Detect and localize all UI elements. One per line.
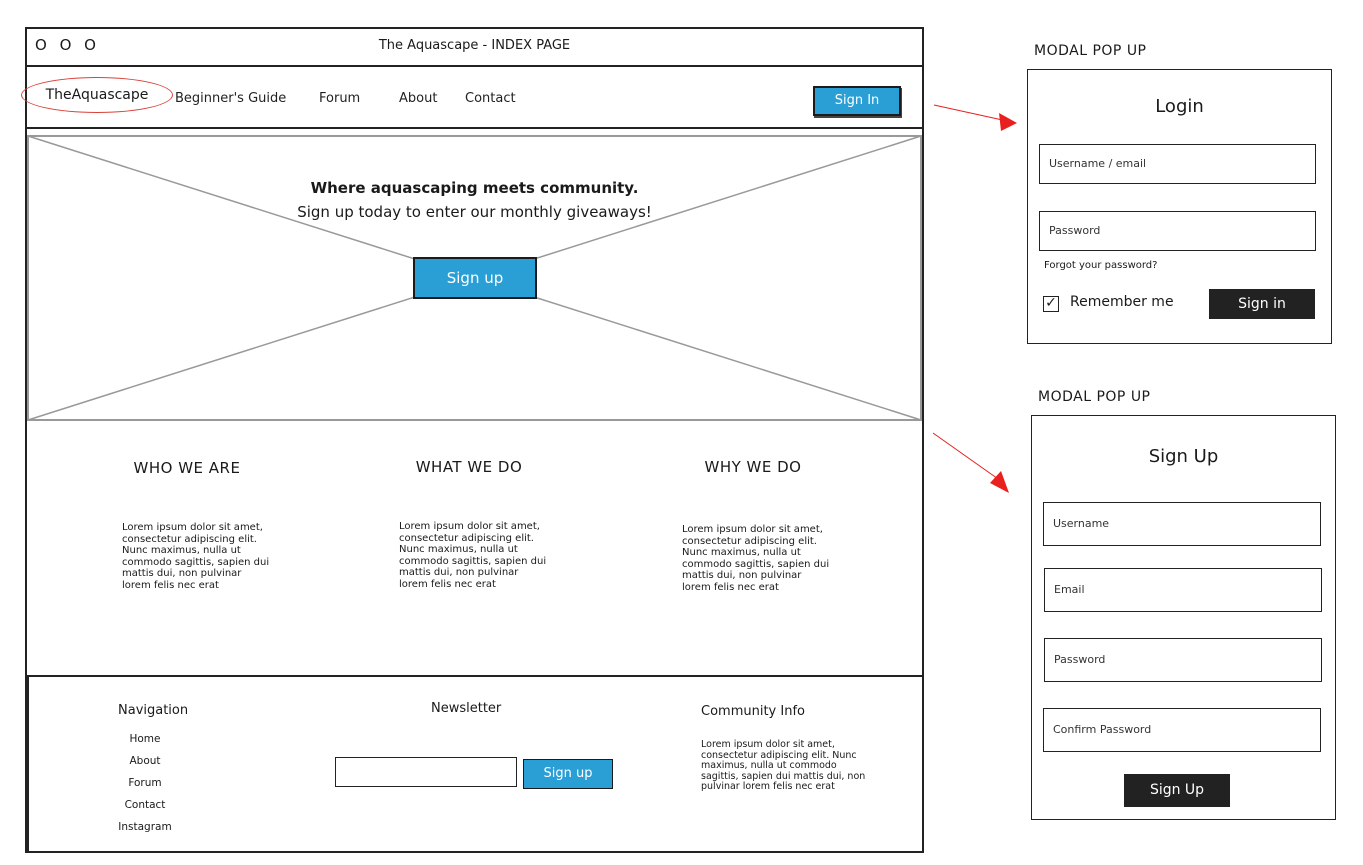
footer-community-title: Community Info: [701, 704, 805, 719]
signup-email-field[interactable]: Email: [1044, 568, 1322, 612]
login-username-field[interactable]: Username / email: [1039, 144, 1316, 184]
column-title-why-we-do: WHY WE DO: [704, 458, 802, 476]
footer: Navigation Home About Forum Contact Inst…: [27, 675, 922, 851]
hero-sign-up-button[interactable]: Sign up: [413, 257, 537, 299]
signup-confirm-password-field[interactable]: Confirm Password: [1043, 708, 1321, 752]
nav-link-beginners-guide[interactable]: Beginner's Guide: [175, 91, 286, 106]
navbar: TheAquascape Beginner's Guide Forum Abou…: [21, 67, 922, 129]
column-text-who-we-are: Lorem ipsum dolor sit amet, consectetur …: [122, 522, 270, 591]
footer-link-forum[interactable]: Forum: [95, 777, 195, 789]
footer-newsletter-title: Newsletter: [431, 701, 502, 716]
signup-password-field[interactable]: Password: [1044, 638, 1322, 682]
login-title: Login: [1155, 96, 1204, 117]
hero-headline: Where aquascaping meets community.: [310, 179, 639, 197]
nav-link-contact[interactable]: Contact: [465, 91, 516, 106]
newsletter-email-input[interactable]: [335, 757, 517, 787]
footer-link-about[interactable]: About: [95, 755, 195, 767]
newsletter-sign-up-button[interactable]: Sign up: [523, 759, 613, 789]
column-title-who-we-are: WHO WE ARE: [133, 459, 241, 477]
wireframe-window: O O O The Aquascape - INDEX PAGE TheAqua…: [21, 27, 924, 853]
annotation-arrows: [932, 104, 1017, 493]
forgot-password-link[interactable]: Forgot your password?: [1044, 260, 1157, 271]
footer-link-instagram[interactable]: Instagram: [95, 821, 195, 833]
column-text-why-we-do: Lorem ipsum dolor sit amet, consectetur …: [682, 524, 830, 593]
hero-subheadline: Sign up today to enter our monthly givea…: [297, 203, 652, 221]
login-modal-label: MODAL POP UP: [1034, 43, 1147, 59]
remember-me-label: Remember me: [1070, 294, 1174, 310]
arrow-to-login-head: [999, 113, 1017, 131]
window-titlebar: O O O The Aquascape - INDEX PAGE: [27, 29, 922, 67]
hero-image-placeholder: Where aquascaping meets community. Sign …: [27, 135, 922, 421]
login-password-field[interactable]: Password: [1039, 211, 1316, 251]
arrow-to-signup-head: [990, 471, 1009, 493]
column-title-what-we-do: WHAT WE DO: [415, 458, 523, 476]
column-text-what-we-do: Lorem ipsum dolor sit amet, consectetur …: [399, 521, 547, 590]
signup-modal: Sign Up Username Email Password Confirm …: [1031, 415, 1336, 820]
footer-link-home[interactable]: Home: [95, 733, 195, 745]
arrow-to-signup-line: [932, 432, 1002, 482]
signup-modal-label: MODAL POP UP: [1038, 389, 1151, 405]
nav-link-about[interactable]: About: [399, 91, 437, 106]
signup-username-field[interactable]: Username: [1043, 502, 1321, 546]
login-sign-in-button[interactable]: Sign in: [1209, 289, 1315, 319]
footer-link-contact[interactable]: Contact: [95, 799, 195, 811]
arrow-to-login-line: [933, 104, 1008, 122]
signup-title: Sign Up: [1148, 446, 1219, 467]
sign-in-button[interactable]: Sign In: [813, 86, 901, 116]
signup-submit-button[interactable]: Sign Up: [1124, 774, 1230, 807]
nav-link-forum[interactable]: Forum: [319, 91, 360, 106]
footer-community-text: Lorem ipsum dolor sit amet, consectetur …: [701, 739, 866, 792]
site-logo[interactable]: TheAquascape: [21, 77, 173, 113]
checkmark-icon: ✓: [1045, 295, 1057, 311]
footer-navigation-title: Navigation: [118, 703, 189, 718]
remember-me-checkbox[interactable]: ✓: [1043, 296, 1059, 312]
window-title: The Aquascape - INDEX PAGE: [378, 38, 571, 53]
login-modal: Login Username / email Password Forgot y…: [1027, 69, 1332, 344]
